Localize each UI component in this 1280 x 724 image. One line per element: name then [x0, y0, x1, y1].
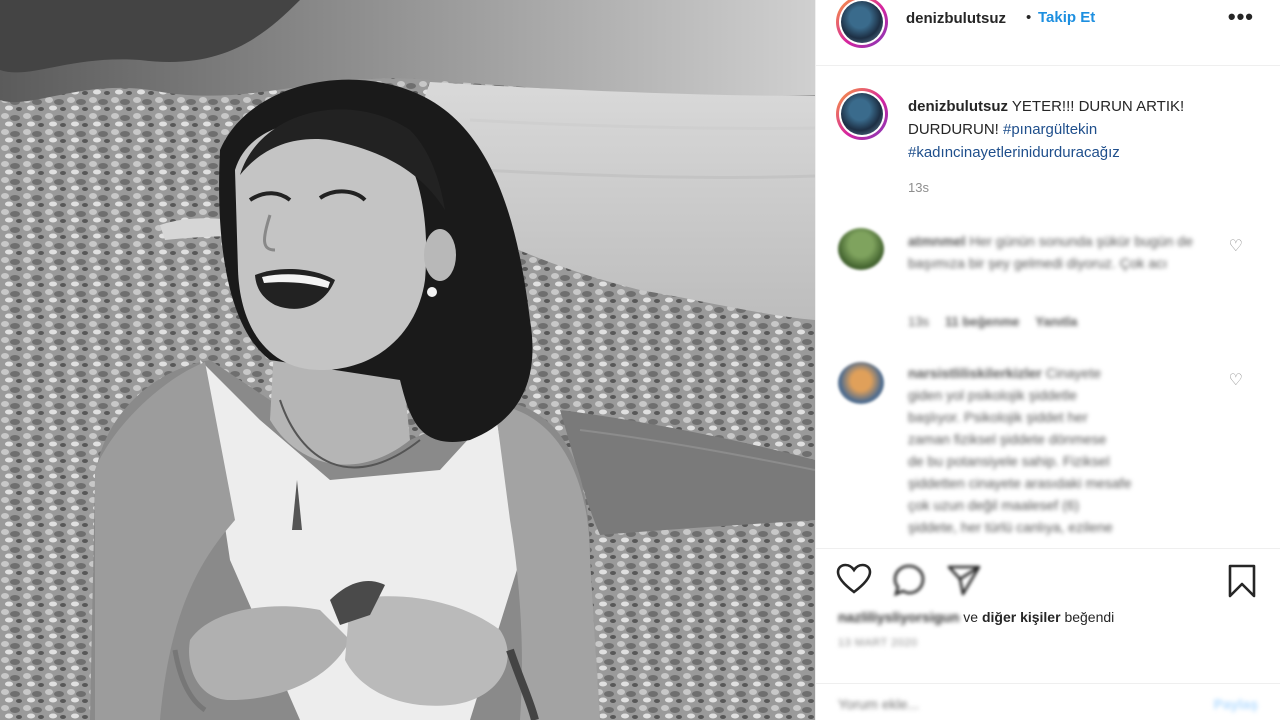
post-header: denizbulutsuz • Takip Et •••: [816, 0, 1280, 66]
author-username[interactable]: denizbulutsuz: [906, 10, 1006, 27]
liked-by-summary: nazliliysliyorsigun ve diğer kişiler beğ…: [838, 609, 1114, 625]
bookmark-icon[interactable]: [1226, 563, 1258, 604]
caption-text: denizbulutsuz YETER!!! DURUN ARTIK! DURD…: [908, 95, 1253, 164]
follow-separator: •: [1026, 9, 1032, 26]
liked-by-user[interactable]: nazliliysliyorsigun: [838, 609, 959, 625]
comment-reply-button[interactable]: Yanıtla: [1035, 314, 1077, 329]
comment-input[interactable]: [838, 696, 1138, 712]
hashtag-link[interactable]: #kadıncinayetlerinidurduracağız: [908, 144, 1120, 161]
post-comment-button[interactable]: Paylaş: [1214, 696, 1258, 712]
comment-like-icon[interactable]: ♡: [1229, 370, 1243, 390]
comment-body: de bu potansiyele sahip. Fiziksel: [908, 453, 1110, 469]
commenter-username[interactable]: atmnmel: [908, 233, 966, 249]
photo-illustration: [0, 0, 815, 720]
comment-body: şiddete, her türlü canlıya, ezilene: [908, 519, 1113, 535]
comment-icon[interactable]: [892, 563, 926, 602]
comment-body: zaman fiziksel şiddete dönmese: [908, 431, 1107, 447]
post-actions: nazliliysliyorsigun ve diğer kişiler beğ…: [816, 548, 1280, 716]
paper-plane-icon[interactable]: [946, 563, 982, 602]
commenter-avatar[interactable]: [838, 228, 884, 270]
comment-text: atmnmel Her günün sonunda şükür bugün de…: [908, 230, 1208, 274]
comment-body: giden yol psikolojik şiddetle: [908, 387, 1077, 403]
commenter-username[interactable]: narsistliliskilerkizler: [908, 365, 1042, 381]
more-options-icon[interactable]: •••: [1228, 4, 1254, 30]
comment-like-icon[interactable]: ♡: [1229, 236, 1243, 256]
follow-button[interactable]: Takip Et: [1038, 9, 1095, 26]
comment-body: Cinayete: [1045, 365, 1102, 381]
author-avatar[interactable]: [836, 0, 888, 48]
liked-by-connector: ve: [963, 609, 979, 625]
post-side-panel: denizbulutsuz • Takip Et ••• denizbuluts…: [815, 0, 1280, 720]
comment-body: çok uzun değil maalesef (6): [908, 497, 1080, 513]
comment-likes[interactable]: 11 beğenme: [945, 314, 1019, 329]
comment-body: şiddetten cinayete arasıdaki mesafe: [908, 475, 1132, 491]
heart-icon[interactable]: [836, 563, 872, 600]
post-date: 13 MART 2020: [838, 637, 918, 649]
liked-by-others[interactable]: diğer kişiler: [982, 609, 1061, 625]
comment-time: 13s: [908, 314, 929, 329]
caption-avatar[interactable]: [836, 88, 888, 140]
liked-by-suffix: beğendi: [1064, 609, 1115, 625]
commenter-avatar[interactable]: [838, 362, 884, 404]
post-photo: [0, 0, 815, 720]
comment-text: narsistliliskilerkizler Cinayete giden y…: [908, 362, 1208, 538]
caption-timestamp: 13s: [908, 180, 929, 195]
comment-meta: 13s 11 beğenme Yanıtla: [908, 314, 1077, 329]
caption-username[interactable]: denizbulutsuz: [908, 98, 1008, 115]
comment-bar: Paylaş: [816, 683, 1280, 724]
hashtag-link[interactable]: #pınargültekin: [1003, 121, 1097, 138]
comment-body: başlıyor. Psikolojik şiddet her: [908, 409, 1088, 425]
